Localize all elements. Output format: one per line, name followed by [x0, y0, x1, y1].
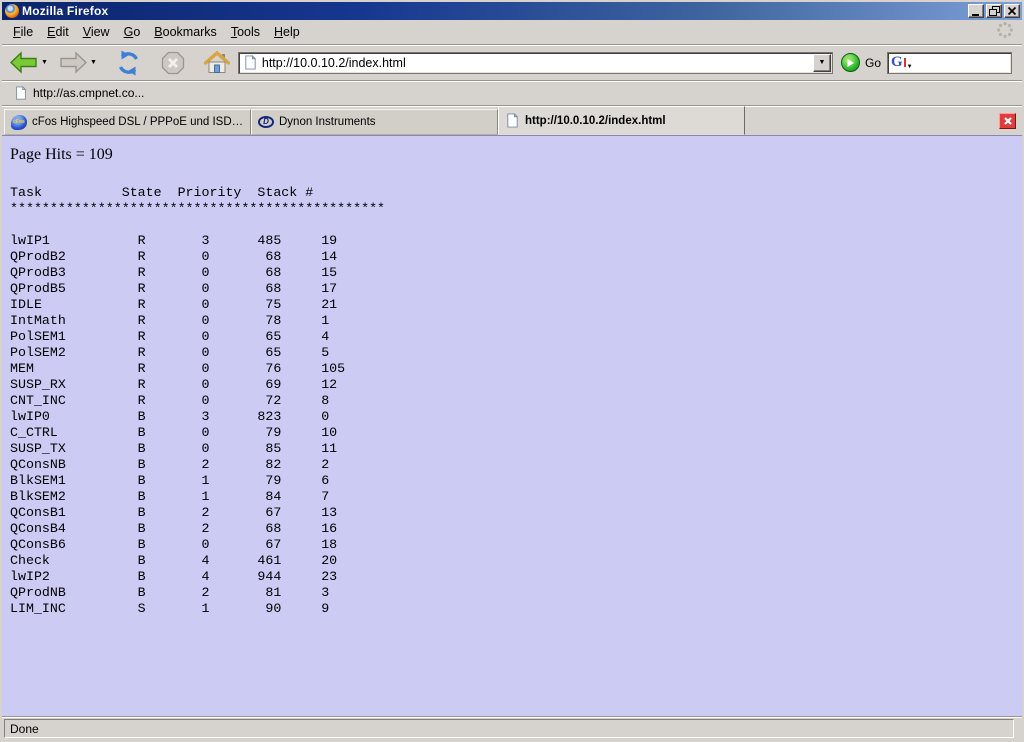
menu-go[interactable]: Go: [117, 22, 148, 42]
url-bar[interactable]: ▼: [238, 52, 833, 74]
tab-label: Dynon Instruments: [279, 116, 376, 128]
home-button[interactable]: [203, 50, 231, 76]
status-panel: Done: [4, 719, 1014, 738]
stop-icon: [161, 51, 185, 75]
window-title: Mozilla Firefox: [22, 4, 108, 18]
minimize-button[interactable]: [968, 4, 984, 18]
menu-bookmarks[interactable]: Bookmarks: [147, 22, 224, 42]
search-input[interactable]: [915, 56, 1008, 70]
menu-file[interactable]: File: [6, 22, 40, 42]
bookmark-label: http://as.cmpnet.co...: [33, 86, 144, 100]
back-arrow-icon: [9, 51, 39, 74]
back-dropdown[interactable]: ▼: [41, 59, 51, 66]
firefox-logo-icon: [5, 4, 19, 18]
page-content: Page Hits = 109 Task State Priority Stac…: [2, 135, 1022, 716]
status-text: Done: [10, 722, 39, 736]
restore-icon: [988, 5, 1001, 17]
menu-bar: File Edit View Go Bookmarks Tools Help: [2, 20, 1022, 44]
tab-cfos[interactable]: cFos cFos Highspeed DSL / PPPoE und ISDN…: [4, 109, 251, 135]
menu-tools[interactable]: Tools: [224, 22, 267, 42]
navigation-toolbar: ▼ ▼: [2, 44, 1022, 80]
restore-button[interactable]: [986, 4, 1002, 18]
menu-help[interactable]: Help: [267, 22, 307, 42]
search-box[interactable]: G ▼: [887, 52, 1012, 74]
status-bar: Done: [2, 716, 1022, 740]
close-button[interactable]: [1004, 4, 1020, 18]
tab-label: cFos Highspeed DSL / PPPoE und ISDN CAP.…: [32, 116, 244, 128]
url-dropdown[interactable]: ▼: [813, 54, 831, 72]
tab-label: http://10.0.10.2/index.html: [525, 115, 666, 127]
home-icon: [204, 51, 230, 75]
cfos-icon: cFos: [11, 115, 27, 130]
go-button[interactable]: Go: [841, 53, 881, 72]
go-label: Go: [865, 56, 881, 70]
stop-button[interactable]: [160, 50, 186, 76]
close-icon: [1006, 5, 1018, 17]
menu-edit[interactable]: Edit: [40, 22, 76, 42]
go-icon: [841, 53, 860, 72]
throbber-icon: [996, 21, 1014, 44]
reload-icon: [115, 50, 142, 76]
bookmark-item[interactable]: http://as.cmpnet.co...: [10, 84, 148, 102]
page-icon: [243, 55, 258, 70]
page-hits-text: Page Hits = 109: [10, 146, 1022, 164]
url-input[interactable]: [262, 54, 813, 72]
close-tab-x-icon: [1003, 116, 1013, 126]
browser-window: Mozilla Firefox File Edit View Go Bookma…: [0, 0, 1024, 742]
title-bar[interactable]: Mozilla Firefox: [2, 2, 1022, 20]
menu-view[interactable]: View: [76, 22, 117, 42]
forward-arrow-icon: [58, 51, 88, 74]
minimize-icon: [970, 5, 982, 17]
forward-button[interactable]: [57, 50, 89, 75]
tab-index-active[interactable]: http://10.0.10.2/index.html: [498, 106, 745, 135]
tab-strip: cFos cFos Highspeed DSL / PPPoE und ISDN…: [2, 105, 1022, 135]
google-icon-accent: [904, 58, 906, 67]
search-engine-dropdown[interactable]: ▼: [907, 64, 913, 70]
tab-dynon[interactable]: D Dynon Instruments: [251, 109, 498, 135]
page-icon: [14, 86, 28, 100]
task-table: Task State Priority Stack # ************…: [10, 185, 1022, 617]
dynon-icon: D: [258, 116, 274, 128]
bookmarks-toolbar: http://as.cmpnet.co...: [2, 80, 1022, 105]
back-button[interactable]: [8, 50, 40, 75]
reload-button[interactable]: [114, 49, 143, 77]
close-tab-button[interactable]: [999, 113, 1016, 129]
page-icon: [505, 113, 520, 128]
forward-dropdown[interactable]: ▼: [90, 59, 100, 66]
google-icon: G: [891, 55, 903, 70]
